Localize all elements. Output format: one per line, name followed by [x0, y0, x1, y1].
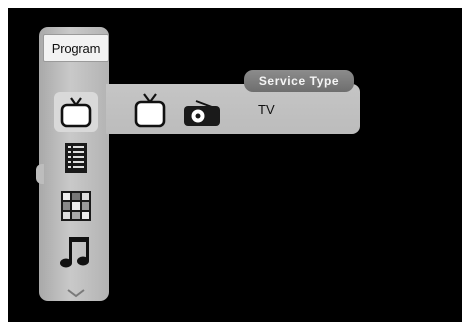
tv-icon: [134, 93, 166, 128]
tv-icon: [60, 97, 92, 128]
service-option-tv[interactable]: [134, 92, 166, 128]
radio-icon: [184, 100, 220, 126]
menu-item-tv[interactable]: [54, 92, 98, 132]
service-type-label: Service Type: [258, 74, 340, 88]
menu-title-tab[interactable]: Program: [43, 34, 109, 62]
chevron-down-icon: [67, 289, 85, 298]
menu-side-handle: [36, 164, 44, 184]
menu-item-grid[interactable]: [54, 186, 98, 226]
list-icon: [65, 143, 87, 173]
menu-item-list[interactable]: [54, 138, 98, 178]
music-note-icon: [60, 237, 89, 268]
grid-icon: [61, 191, 91, 221]
menu-item-music[interactable]: [54, 232, 98, 272]
menu-title: Program: [51, 40, 101, 56]
service-type-header: Service Type: [244, 70, 354, 92]
scroll-down-arrow[interactable]: [66, 285, 86, 303]
service-option-radio[interactable]: [182, 98, 222, 128]
service-type-value: TV: [258, 102, 275, 117]
